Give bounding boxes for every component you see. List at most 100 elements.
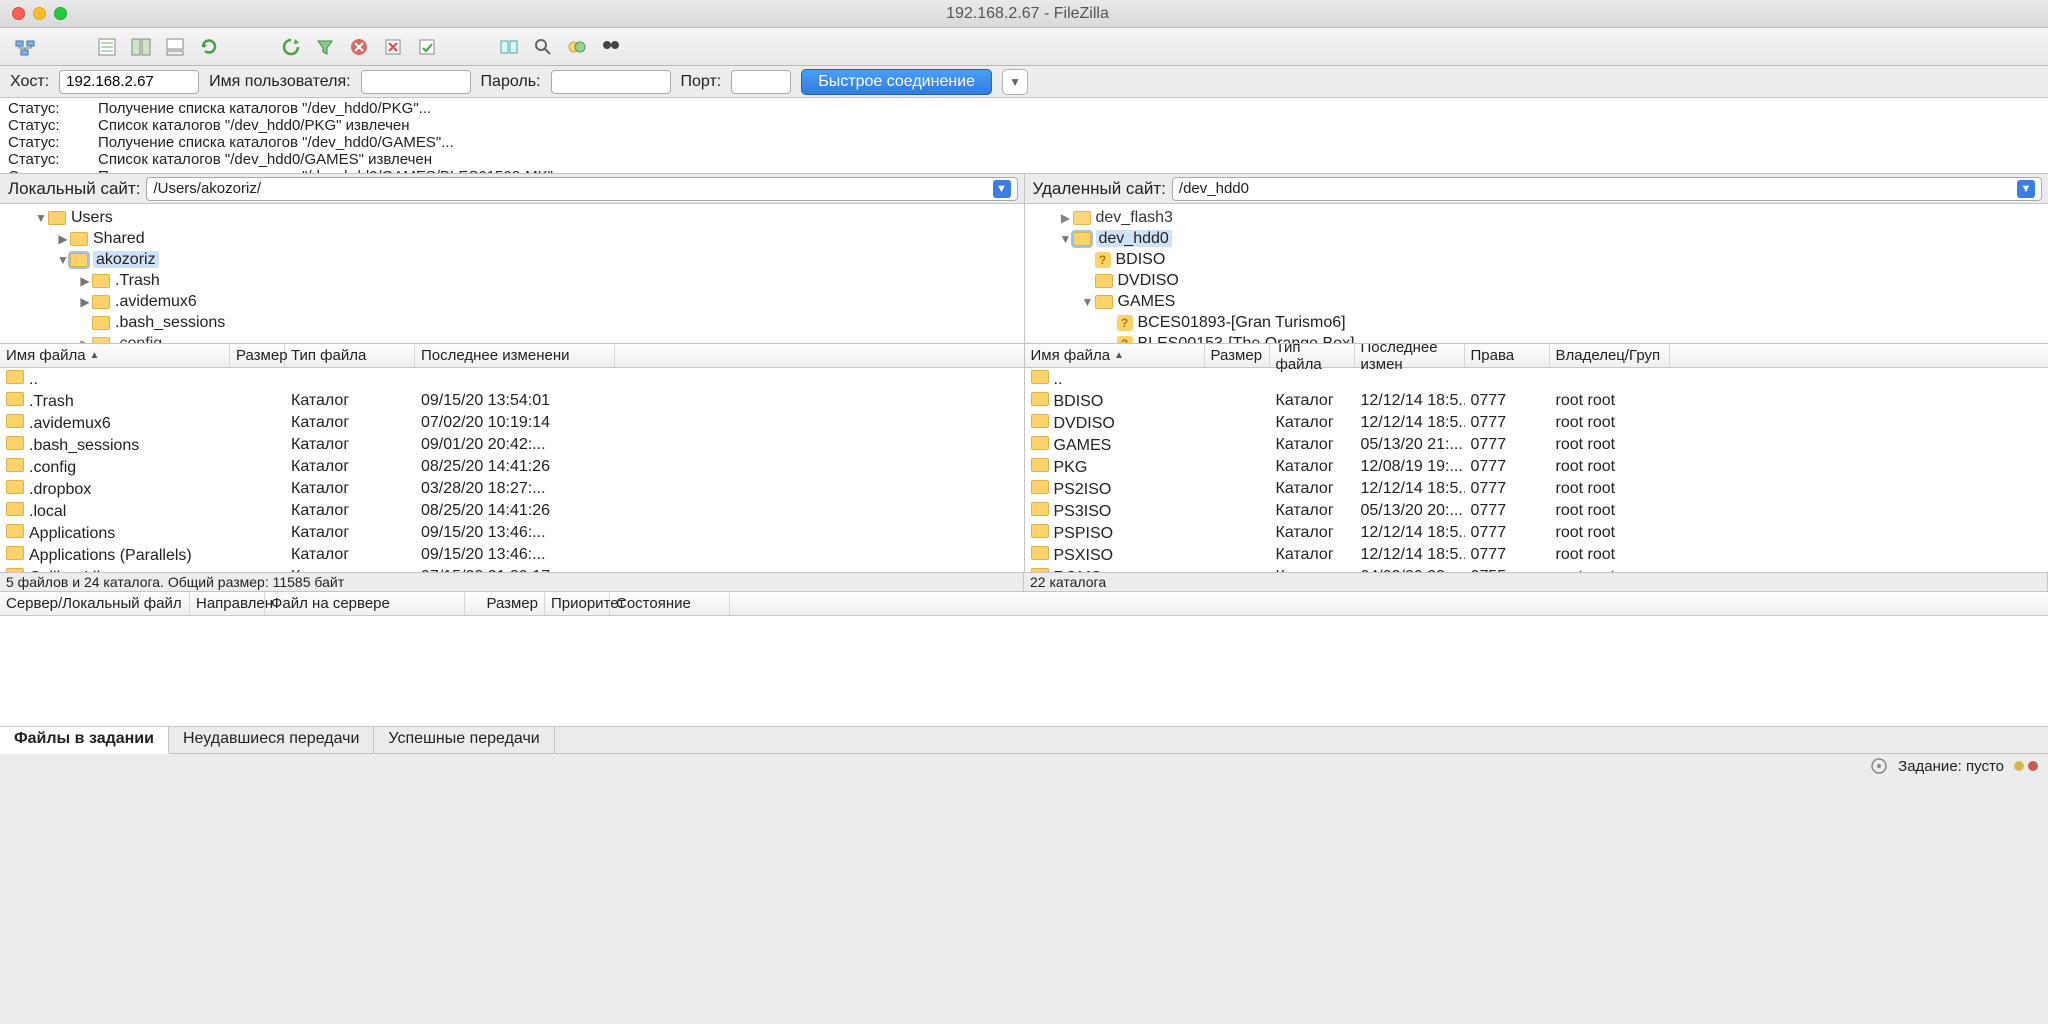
tree-item[interactable]: ▼GAMES: [1025, 291, 2048, 312]
file-row[interactable]: ..: [0, 368, 1024, 390]
folder-icon: [70, 232, 88, 246]
disconnect-icon[interactable]: [380, 34, 406, 60]
sort-asc-icon: ▲: [90, 350, 100, 361]
disclosure-triangle-icon[interactable]: ▶: [78, 337, 92, 344]
file-type: Каталог: [1270, 568, 1355, 572]
site-manager-icon[interactable]: [12, 34, 38, 60]
remote-site-combo[interactable]: /dev_hdd0▼: [1172, 177, 2042, 201]
file-row[interactable]: .bash_sessionsКаталог09/01/20 20:42:...: [0, 434, 1024, 456]
disclosure-triangle-icon[interactable]: ▶: [78, 295, 92, 309]
file-row[interactable]: PS2ISOКаталог12/12/14 18:5...0777root ro…: [1025, 478, 2048, 500]
minimize-icon[interactable]: [33, 7, 46, 20]
sync-icon[interactable]: [564, 34, 590, 60]
file-row[interactable]: .TrashКаталог09/15/20 13:54:01: [0, 390, 1024, 412]
close-icon[interactable]: [12, 7, 25, 20]
local-tree[interactable]: ▼Users▶Shared▼akozoriz▶.Trash▶.avidemux6…: [0, 204, 1025, 343]
file-permissions: 0777: [1465, 524, 1550, 542]
tree-item[interactable]: ▶.avidemux6: [0, 291, 1024, 312]
remote-list-header[interactable]: Имя файла▲ Размер Тип файла Последнее из…: [1025, 344, 2048, 368]
tab-queued[interactable]: Файлы в задании: [0, 727, 169, 754]
password-input[interactable]: [551, 70, 671, 94]
disclosure-triangle-icon[interactable]: ▶: [78, 274, 92, 288]
tree-item[interactable]: .bash_sessions: [0, 312, 1024, 333]
file-row[interactable]: PKGКаталог12/08/19 19:...0777root root: [1025, 456, 2048, 478]
host-input[interactable]: [59, 70, 199, 94]
file-row[interactable]: Calibre LibraryКаталог07/15/20 21:39:17: [0, 566, 1024, 572]
disclosure-triangle-icon[interactable]: ▶: [56, 232, 70, 246]
tree-item[interactable]: ?BCES01893-[Gran Turismo6]: [1025, 312, 2048, 333]
queue-body[interactable]: [0, 616, 2048, 726]
file-row[interactable]: .avidemux6Каталог07/02/20 10:19:14: [0, 412, 1024, 434]
disclosure-triangle-icon[interactable]: ▼: [1081, 295, 1095, 309]
maximize-icon[interactable]: [54, 7, 67, 20]
chevron-down-icon[interactable]: ▼: [2017, 180, 2035, 198]
file-row[interactable]: ..: [1025, 368, 2048, 390]
col-permissions: Права: [1465, 344, 1550, 367]
tree-item[interactable]: ▶.Trash: [0, 270, 1024, 291]
find-remote-icon[interactable]: [598, 34, 624, 60]
file-row[interactable]: .configКаталог08/25/20 14:41:26: [0, 456, 1024, 478]
disclosure-triangle-icon[interactable]: ▶: [1059, 211, 1073, 225]
local-site-combo[interactable]: /Users/akozoriz/▼: [146, 177, 1017, 201]
reconnect-icon[interactable]: [414, 34, 440, 60]
disclosure-triangle-icon[interactable]: ▼: [34, 211, 48, 225]
port-input[interactable]: [731, 70, 791, 94]
file-modified: 08/25/20 14:41:26: [415, 458, 615, 476]
file-row[interactable]: GAMESКаталог05/13/20 21:...0777root root: [1025, 434, 2048, 456]
remote-tree[interactable]: ▶dev_flash3▼dev_hdd0?BDISODVDISO▼GAMES?B…: [1025, 204, 2048, 343]
process-queue-icon[interactable]: [278, 34, 304, 60]
username-input[interactable]: [361, 70, 471, 94]
disclosure-triangle-icon[interactable]: ▼: [56, 253, 70, 267]
message-log[interactable]: Статус:Получение списка каталогов "/dev_…: [0, 98, 2048, 174]
file-row[interactable]: .dropboxКаталог03/28/20 18:27:...: [0, 478, 1024, 500]
search-icon[interactable]: [530, 34, 556, 60]
tree-item[interactable]: ▶ .config: [0, 333, 1024, 343]
file-row[interactable]: PS3ISOКаталог05/13/20 20:...0777root roo…: [1025, 500, 2048, 522]
queue-header[interactable]: Сервер/Локальный файл Направлен Файл на …: [0, 592, 2048, 616]
file-row[interactable]: .localКаталог08/25/20 14:41:26: [0, 500, 1024, 522]
local-file-list[interactable]: Имя файла▲ Размер Тип файла Последнее из…: [0, 344, 1025, 572]
toggle-queue-icon[interactable]: [162, 34, 188, 60]
file-row[interactable]: Applications (Parallels)Каталог09/15/20 …: [0, 544, 1024, 566]
filter-icon[interactable]: [312, 34, 338, 60]
chevron-down-icon[interactable]: ▼: [993, 180, 1011, 198]
tab-successful[interactable]: Успешные передачи: [374, 727, 554, 753]
file-row[interactable]: BDISOКаталог12/12/14 18:5...0777root roo…: [1025, 390, 2048, 412]
file-type: Каталог: [285, 414, 415, 432]
tree-item[interactable]: ?BLES00153-[The Orange Box]: [1025, 333, 2048, 343]
file-row[interactable]: DVDISOКаталог12/12/14 18:5...0777root ro…: [1025, 412, 2048, 434]
tree-item[interactable]: ▼akozoriz: [0, 249, 1024, 270]
tree-item-label: BLES00153-[The Orange Box]: [1138, 335, 1355, 344]
disclosure-triangle-icon[interactable]: ▼: [1059, 232, 1073, 246]
quickconnect-dropdown[interactable]: ▼: [1002, 69, 1028, 95]
toggle-tree-icon[interactable]: [128, 34, 154, 60]
file-row[interactable]: ApplicationsКаталог09/15/20 13:46:...: [0, 522, 1024, 544]
toggle-log-icon[interactable]: [94, 34, 120, 60]
col-type: Тип файла: [1270, 344, 1355, 367]
remote-file-list[interactable]: Имя файла▲ Размер Тип файла Последнее из…: [1025, 344, 2048, 572]
refresh-icon[interactable]: [196, 34, 222, 60]
tree-item[interactable]: ▶dev_flash3: [1025, 207, 2048, 228]
qcol-size: Размер: [465, 592, 545, 615]
file-modified: 12/12/14 18:5...: [1355, 414, 1465, 432]
queue-indicator-icon[interactable]: [1870, 757, 1888, 775]
tree-item[interactable]: ▼Users: [0, 207, 1024, 228]
quickconnect-button[interactable]: Быстрое соединение: [801, 69, 992, 95]
tree-item[interactable]: ?BDISO: [1025, 249, 2048, 270]
local-list-header[interactable]: Имя файла▲ Размер Тип файла Последнее из…: [0, 344, 1024, 368]
cancel-icon[interactable]: [346, 34, 372, 60]
folder-icon: [1031, 524, 1049, 538]
tree-item-label: .config: [115, 335, 162, 344]
file-name: PSPISO: [1054, 525, 1114, 542]
file-type: Каталог: [1270, 436, 1355, 454]
tree-item[interactable]: DVDISO: [1025, 270, 2048, 291]
file-row[interactable]: ROMSКаталог04/03/20 23:...0755root root: [1025, 566, 2048, 572]
tree-item-label: BCES01893-[Gran Turismo6]: [1138, 314, 1346, 332]
file-row[interactable]: PSXISOКаталог12/12/14 18:5...0777root ro…: [1025, 544, 2048, 566]
compare-icon[interactable]: [496, 34, 522, 60]
file-type: Каталог: [1270, 458, 1355, 476]
tree-item[interactable]: ▼dev_hdd0: [1025, 228, 2048, 249]
tab-failed[interactable]: Неудавшиеся передачи: [169, 727, 374, 753]
file-row[interactable]: PSPISOКаталог12/12/14 18:5...0777root ro…: [1025, 522, 2048, 544]
tree-item[interactable]: ▶Shared: [0, 228, 1024, 249]
